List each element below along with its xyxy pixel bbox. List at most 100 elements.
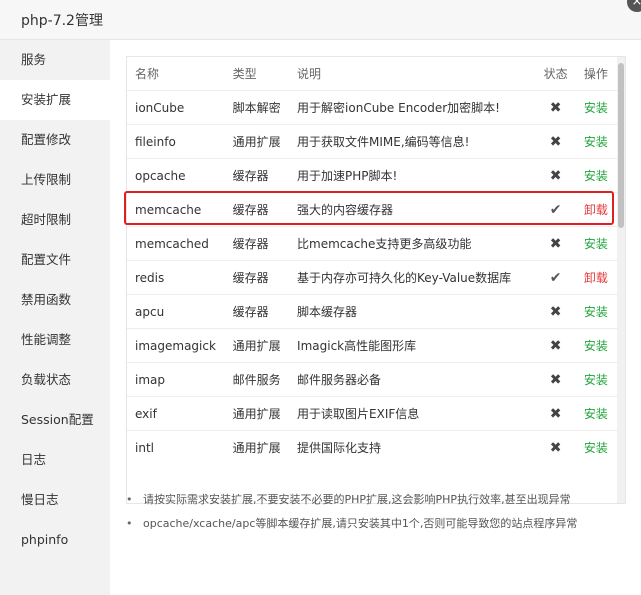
header-name: 名称 [127,57,233,91]
sidebar-item[interactable]: 日志 [0,440,110,480]
table-row: apcu 缓存器 脚本缓存器 ✖ 安装 [127,294,617,329]
table-row: intl 通用扩展 提供国际化支持 ✖ 安装 [127,430,617,464]
main-content: 名称 类型 说明 状态 操作 ionCube 脚本解密 用于解密ionCube En… [110,40,641,595]
cell-type: 通用扩展 [232,339,281,353]
cell-type: 通用扩展 [232,407,281,421]
extensions-table-container[interactable]: 名称 类型 说明 状态 操作 ionCube 脚本解密 用于解密ionCube En… [126,56,626,504]
install-button[interactable]: 安装 [584,169,608,183]
tip-text: 请按实际需求安装扩展,不要安装不必要的PHP扩展,这会影响PHP执行效率,甚至出… [143,493,571,506]
cell-desc: 强大的内容缓存器 [297,203,394,217]
install-button[interactable]: 安装 [584,441,608,455]
table-row: imagemagick 通用扩展 Imagick高性能图形库 ✖ 安装 [127,328,617,363]
cell-type: 缓存器 [232,203,269,217]
cell-desc: 脚本缓存器 [297,305,358,319]
table-header-row: 名称 类型 说明 状态 操作 [127,57,617,91]
cell-desc: Imagick高性能图形库 [297,339,417,353]
header-op: 操作 [574,57,617,91]
status-cross-icon: ✖ [549,303,562,320]
cell-name: memcache [135,202,202,217]
extensions-table: 名称 类型 说明 状态 操作 ionCube 脚本解密 用于解密ionCube En… [127,57,617,464]
table-row: ionCube 脚本解密 用于解密ionCube Encoder加密脚本! ✖ 安装 [127,90,617,125]
uninstall-button[interactable]: 卸载 [584,271,608,285]
cell-name: apcu [135,304,165,319]
bullet-icon: • [126,517,133,530]
status-check-icon: ✔ [549,269,562,286]
header-type: 类型 [232,57,298,91]
cell-desc: 基于内存亦可持久化的Key-Value数据库 [297,271,512,285]
tip-item: • opcache/xcache/apc等脚本缓存扩展,请只安装其中1个,否则可能… [126,512,636,536]
sidebar-item[interactable]: 上传限制 [0,160,110,200]
scrollbar-thumb[interactable] [618,63,624,228]
install-button[interactable]: 安装 [584,237,608,251]
cell-desc: 用于获取文件MIME,编码等信息! [297,135,470,149]
tips-list: • 请按实际需求安装扩展,不要安装不必要的PHP扩展,这会影响PHP执行效率,甚至… [126,488,636,536]
status-cross-icon: ✖ [549,439,562,456]
table-row: exif 通用扩展 用于读取图片EXIF信息 ✖ 安装 [127,396,617,431]
cell-name: imagemagick [135,338,216,353]
cell-name: intl [135,440,154,455]
table-row: redis 缓存器 基于内存亦可持久化的Key-Value数据库 ✔ 卸载 [127,260,617,295]
cell-name: imap [135,372,165,387]
table-row: imap 邮件服务 邮件服务器必备 ✖ 安装 [127,362,617,397]
cell-desc: 用于读取图片EXIF信息 [297,407,420,421]
tip-item: • 请按实际需求安装扩展,不要安装不必要的PHP扩展,这会影响PHP执行效率,甚至… [126,488,636,512]
sidebar-item[interactable]: 配置修改 [0,120,110,160]
status-cross-icon: ✖ [549,167,562,184]
cell-desc: 用于解密ionCube Encoder加密脚本! [297,101,500,115]
cell-type: 缓存器 [232,237,269,251]
bullet-icon: • [126,493,133,506]
table-row: memcache 缓存器 强大的内容缓存器 ✔ 卸载 [127,192,617,227]
cell-type: 缓存器 [232,169,269,183]
install-button[interactable]: 安装 [584,339,608,353]
header-status: 状态 [536,57,575,91]
table-row: opcache 缓存器 用于加速PHP脚本! ✖ 安装 [127,158,617,193]
window-title: php-7.2管理 [21,13,103,29]
status-cross-icon: ✖ [549,133,562,150]
sidebar-item[interactable]: phpinfo [0,520,110,560]
status-cross-icon: ✖ [549,337,562,354]
cell-desc: 比memcache支持更多高级功能 [297,237,472,251]
cell-name: ionCube [135,100,185,115]
install-button[interactable]: 安装 [584,101,608,115]
uninstall-button[interactable]: 卸载 [584,203,608,217]
sidebar-item[interactable]: 性能调整 [0,320,110,360]
cell-name: opcache [135,168,186,183]
cell-type: 脚本解密 [232,101,281,115]
status-cross-icon: ✖ [549,235,562,252]
sidebar-item[interactable]: 配置文件 [0,240,110,280]
cell-name: fileinfo [135,134,176,149]
header-desc: 说明 [297,57,537,91]
scrollbar-track[interactable] [617,57,625,503]
sidebar-item[interactable]: 慢日志 [0,480,110,520]
cell-type: 通用扩展 [232,135,281,149]
sidebar-item[interactable]: 服务 [0,40,110,80]
cell-desc: 邮件服务器必备 [297,373,382,387]
cell-desc: 用于加速PHP脚本! [297,169,398,183]
cell-type: 缓存器 [232,305,269,319]
cell-type: 邮件服务 [232,373,281,387]
cell-name: memcached [135,236,209,251]
install-button[interactable]: 安装 [584,305,608,319]
sidebar-item[interactable]: 禁用函数 [0,280,110,320]
sidebar-item[interactable]: Session配置 [0,400,110,440]
status-cross-icon: ✖ [549,405,562,422]
sidebar: 服务 安装扩展 配置修改 上传限制 超时限制 配置文件 禁用函数 性能调整 负载状态 Sessio… [0,40,110,595]
status-check-icon: ✔ [549,201,562,218]
cell-desc: 提供国际化支持 [297,441,382,455]
status-cross-icon: ✖ [549,99,562,116]
sidebar-item[interactable]: 超时限制 [0,200,110,240]
sidebar-item[interactable]: 负载状态 [0,360,110,400]
status-cross-icon: ✖ [549,371,562,388]
tip-text: opcache/xcache/apc等脚本缓存扩展,请只安装其中1个,否则可能导… [143,517,578,530]
table-row: memcached 缓存器 比memcache支持更多高级功能 ✖ 安装 [127,226,617,261]
cell-name: exif [135,406,157,421]
sidebar-item[interactable]: 安装扩展 [0,80,110,120]
cell-type: 缓存器 [232,271,269,285]
table-row: fileinfo 通用扩展 用于获取文件MIME,编码等信息! ✖ 安装 [127,124,617,159]
install-button[interactable]: 安装 [584,373,608,387]
cell-name: redis [135,270,165,285]
cell-type: 通用扩展 [232,441,281,455]
install-button[interactable]: 安装 [584,407,608,421]
window-titlebar: php-7.2管理 [0,0,641,40]
install-button[interactable]: 安装 [584,135,608,149]
